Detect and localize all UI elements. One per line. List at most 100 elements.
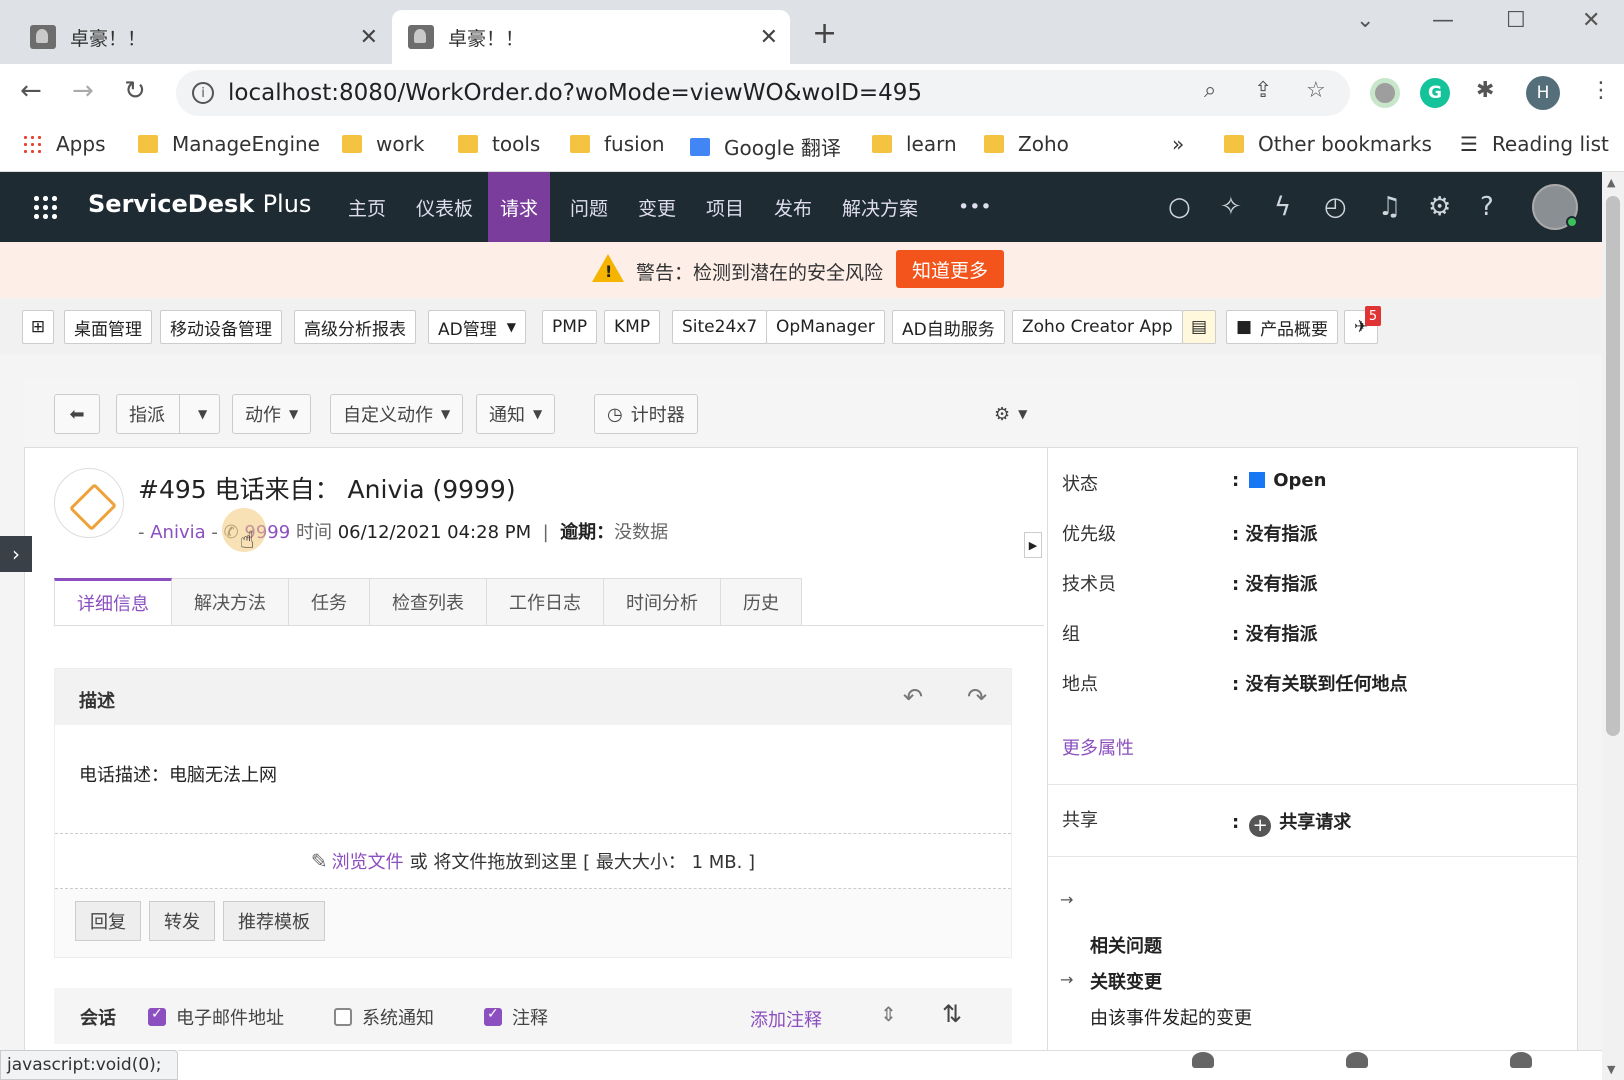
close-window-icon[interactable]: ✕: [1582, 8, 1600, 33]
search-icon[interactable]: ○: [1168, 192, 1191, 222]
tab-tasks[interactable]: 任务: [289, 578, 370, 626]
assign-button[interactable]: 指派 ▼: [116, 394, 221, 434]
close-tab-icon[interactable]: ✕: [760, 25, 778, 50]
custom-actions-menu[interactable]: 自定义动作 ▼: [330, 394, 464, 434]
url-text[interactable]: localhost:8080/WorkOrder.do?woMode=viewW…: [228, 80, 922, 106]
requester-link[interactable]: Anivia: [150, 522, 205, 543]
scroll-down-icon[interactable]: ▼: [1607, 1063, 1615, 1076]
grammarly-icon[interactable]: G: [1420, 78, 1450, 108]
tab-checklist[interactable]: 检查列表: [370, 578, 487, 626]
notification-bell-icon[interactable]: ♫: [1378, 192, 1401, 222]
nav-projects[interactable]: 项目: [694, 172, 756, 242]
bookmark-apps[interactable]: Apps: [22, 132, 106, 156]
related-change-link[interactable]: 关联变更: [1090, 968, 1162, 994]
menu-kebab-icon[interactable]: ⋮: [1590, 78, 1612, 103]
scrollbar-thumb[interactable]: [1606, 196, 1620, 736]
quicklink-opmanager[interactable]: OpManager: [766, 310, 885, 344]
share-request[interactable]: : + 共享请求: [1232, 808, 1351, 837]
add-shortcut-icon[interactable]: ⊞: [22, 310, 54, 344]
status-value[interactable]: : Open: [1232, 470, 1326, 491]
nav-problems[interactable]: 问题: [558, 172, 620, 242]
browser-tab-2[interactable]: 卓豪！！ ✕: [392, 10, 790, 64]
attachment-dropzone[interactable]: ✎ 浏览文件 或 将文件拖放到这里 [ 最大大小： 1 MB. ]: [55, 833, 1011, 889]
quicklink-analytics[interactable]: 高级分析报表: [294, 310, 416, 344]
recent-history-icon[interactable]: ◴: [1324, 192, 1347, 222]
bookmark-learn[interactable]: learn: [872, 132, 957, 156]
more-properties-link[interactable]: 更多属性: [1062, 734, 1134, 760]
quicklink-zoho-creator[interactable]: Zoho Creator App: [1012, 310, 1183, 344]
expand-collapse-icon[interactable]: ⇕: [880, 1002, 897, 1026]
scroll-up-icon[interactable]: ▲: [1607, 176, 1615, 189]
notify-menu[interactable]: 通知 ▼: [476, 394, 556, 434]
quick-actions-icon[interactable]: ϟ: [1274, 192, 1291, 222]
back-icon[interactable]: ←: [20, 76, 42, 106]
extensions-puzzle-icon[interactable]: ✱: [1476, 78, 1494, 103]
related-problem-link[interactable]: 相关问题: [1090, 932, 1162, 958]
template-button[interactable]: 推荐模板: [223, 901, 325, 941]
group-value[interactable]: : 没有指派: [1232, 620, 1317, 646]
nav-home[interactable]: 主页: [336, 172, 398, 242]
quicklink-site24x7[interactable]: Site24x7: [672, 310, 768, 344]
quicklink-mdm[interactable]: 移动设备管理: [160, 310, 282, 344]
bookmark-google-translate[interactable]: Google 翻译: [690, 132, 841, 161]
bookmark-work[interactable]: work: [342, 132, 424, 156]
forward-button[interactable]: 转发: [149, 901, 215, 941]
nav-releases[interactable]: 发布: [762, 172, 824, 242]
timer-button[interactable]: ◷ 计时器: [594, 394, 698, 434]
nav-dashboard[interactable]: 仪表板: [404, 172, 485, 242]
extension-icon[interactable]: [1370, 78, 1400, 108]
tab-details[interactable]: 详细信息: [54, 578, 172, 626]
reply-button[interactable]: 回复: [75, 901, 141, 941]
tab-worklog[interactable]: 工作日志: [487, 578, 604, 626]
chevron-down-icon[interactable]: ▼: [198, 407, 207, 421]
zia-icon[interactable]: ✧: [1220, 192, 1242, 222]
product-overview[interactable]: ■ 产品概要: [1226, 310, 1339, 344]
learn-more-button[interactable]: 知道更多: [896, 250, 1004, 288]
bookmark-fusion[interactable]: fusion: [570, 132, 665, 156]
minimize-icon[interactable]: —: [1432, 8, 1454, 33]
browse-files-link[interactable]: 浏览文件: [332, 848, 404, 874]
close-tab-icon[interactable]: ✕: [360, 25, 378, 50]
reading-list[interactable]: ☰ Reading list: [1460, 132, 1609, 156]
filter-system[interactable]: 系统通知: [334, 1004, 434, 1030]
tab-search-icon[interactable]: ⌄: [1356, 8, 1374, 33]
add-note-link[interactable]: 添加注释: [750, 1006, 822, 1032]
quicklink-ad-selfservice[interactable]: AD自助服务: [892, 310, 1005, 344]
bookmark-zoho[interactable]: Zoho: [984, 132, 1069, 156]
site-info-icon[interactable]: i: [192, 82, 214, 104]
quicklink-pmp[interactable]: PMP: [542, 310, 598, 344]
tab-resolution[interactable]: 解决方法: [172, 578, 289, 626]
undo-icon[interactable]: ↶: [903, 683, 923, 711]
actions-menu[interactable]: 动作 ▼: [232, 394, 312, 434]
new-tab-icon[interactable]: +: [812, 16, 837, 51]
reload-icon[interactable]: ↻: [124, 76, 146, 106]
group-icon[interactable]: [1506, 1052, 1536, 1078]
technician-icon[interactable]: [1342, 1052, 1372, 1078]
app-grid-icon[interactable]: [32, 194, 58, 220]
bookmark-tools[interactable]: tools: [458, 132, 540, 156]
maximize-icon[interactable]: ☐: [1506, 8, 1526, 33]
filter-notes[interactable]: 注释: [484, 1004, 548, 1030]
nav-more[interactable]: •••: [946, 172, 1004, 242]
filter-email[interactable]: 电子邮件地址: [148, 1004, 284, 1030]
brand-logo[interactable]: ServiceDesk Plus: [88, 190, 311, 218]
clipboard-icon[interactable]: ▤: [1182, 310, 1216, 344]
sidebar-expand-icon[interactable]: ›: [0, 536, 32, 572]
bookmarks-overflow[interactable]: »: [1172, 132, 1184, 156]
checkbox-checked-icon[interactable]: [148, 1006, 166, 1026]
sort-order-icon[interactable]: ⇅: [942, 1000, 962, 1028]
tab-time-analysis[interactable]: 时间分析: [604, 578, 721, 626]
initiated-change-link[interactable]: 由该事件发起的变更: [1090, 1004, 1252, 1030]
site-value[interactable]: : 没有关联到任何地点: [1232, 670, 1407, 696]
share-icon[interactable]: ⇪: [1254, 78, 1272, 103]
nav-requests[interactable]: 请求: [488, 172, 551, 242]
collapse-panel-icon[interactable]: ▶: [1024, 532, 1042, 558]
checkbox-unchecked-icon[interactable]: [334, 1008, 352, 1026]
quicklink-ad-manager[interactable]: AD管理 ▼: [428, 310, 526, 344]
bookmark-manageengine[interactable]: ManageEngine: [138, 132, 320, 156]
forward-icon[interactable]: →: [72, 76, 94, 106]
user-avatar[interactable]: [1532, 184, 1578, 230]
address-bar[interactable]: i localhost:8080/WorkOrder.do?woMode=vie…: [176, 70, 1350, 116]
page-scrollbar[interactable]: ▲ ▼: [1602, 172, 1624, 1080]
checkbox-checked-icon[interactable]: [484, 1006, 502, 1026]
